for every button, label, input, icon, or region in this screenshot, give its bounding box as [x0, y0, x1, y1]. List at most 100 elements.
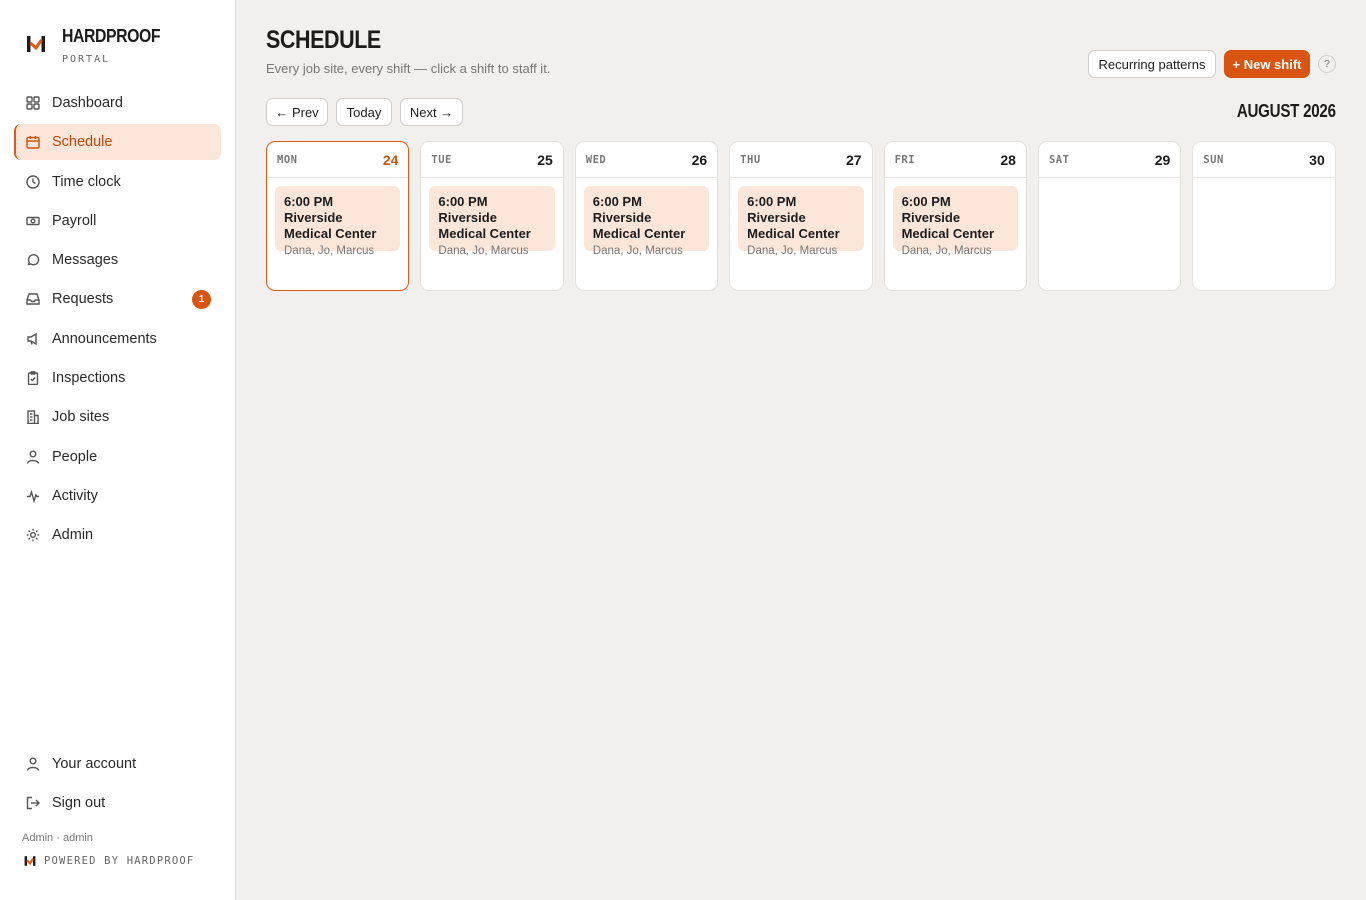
sidebar-item-label: Job sites [52, 409, 110, 426]
next-week-button[interactable]: Next → [400, 98, 463, 126]
clock-icon [26, 174, 40, 189]
building-icon [26, 410, 40, 425]
sidebar-item-activity[interactable]: Activity [14, 478, 221, 514]
week-grid: MON 24 6:00 PM Riverside Medical Center … [266, 141, 1336, 291]
day-of-week: FRI [894, 153, 916, 166]
prev-week-button[interactable]: ← Prev [266, 98, 328, 126]
sidebar-item-announcements[interactable]: Announcements [14, 321, 221, 357]
sidebar-item-schedule[interactable]: Schedule [14, 124, 221, 161]
shift-title: 6:00 PM Riverside Medical Center [901, 194, 995, 241]
shift-card[interactable]: 6:00 PM Riverside Medical Center Dana, J… [892, 186, 1018, 257]
shift-card[interactable]: 6:00 PM Riverside Medical Center Dana, J… [583, 186, 710, 257]
day-number: 26 [691, 151, 708, 168]
sidebar-item-messages[interactable]: Messages [14, 242, 221, 278]
sidebar-bottom-nav: Your account Sign out [14, 746, 221, 825]
sidebar-item-label: Announcements [52, 330, 157, 347]
sidebar-item-job-sites[interactable]: Job sites [14, 399, 221, 435]
hardproof-logo-icon [27, 36, 45, 52]
sidebar-item-label: Inspections [52, 370, 126, 387]
calendar-icon [26, 135, 40, 149]
day-number: 24 [382, 151, 399, 168]
sidebar-item-label: Schedule [52, 134, 113, 151]
day-header: MON 24 [267, 142, 409, 178]
day-header: WED 26 [575, 142, 718, 178]
chat-bubble-icon [26, 253, 40, 267]
sidebar-item-payroll[interactable]: Payroll [14, 203, 221, 239]
day-of-week: THU [740, 153, 761, 166]
sidebar: HARDPROOF PORTAL Dashboard Schedule Time… [0, 0, 236, 900]
recurring-patterns-button[interactable]: Recurring patterns [1088, 50, 1216, 78]
sidebar-item-sign-out[interactable]: Sign out [14, 785, 221, 821]
day-number: 27 [845, 151, 862, 168]
day-header: SAT 29 [1038, 142, 1181, 178]
shift-card[interactable]: 6:00 PM Riverside Medical Center Dana, J… [429, 186, 555, 257]
brand-subtitle: PORTAL [62, 54, 111, 65]
sidebar-item-label: Dashboard [52, 95, 123, 111]
day-header: SUN 30 [1193, 142, 1335, 178]
day-column-thu[interactable]: THU 27 6:00 PM Riverside Medical Center … [729, 141, 873, 291]
current-user-role: Admin · admin [22, 832, 93, 844]
day-header: TUE 25 [421, 142, 563, 178]
day-column-mon[interactable]: MON 24 6:00 PM Riverside Medical Center … [266, 141, 410, 291]
shift-staff: Dana, Jo, Marcus [747, 245, 838, 257]
megaphone-icon [26, 332, 40, 346]
sidebar-item-label: Admin [52, 527, 94, 544]
grid-icon [26, 96, 40, 110]
sidebar-item-label: Activity [52, 487, 98, 504]
sidebar-item-dashboard[interactable]: Dashboard [14, 85, 221, 121]
clipboard-check-icon [26, 371, 40, 386]
gear-icon [26, 528, 40, 542]
shift-title: 6:00 PM Riverside Medical Center [284, 194, 377, 241]
sidebar-item-label: Sign out [52, 795, 106, 812]
new-shift-button[interactable]: + New shift [1224, 50, 1310, 78]
day-column-sun[interactable]: SUN 30 [1192, 141, 1336, 291]
month-label: AUGUST 2026 [1237, 101, 1336, 121]
day-header: FRI 28 [884, 142, 1026, 178]
person-icon [26, 757, 40, 771]
sidebar-item-label: Time clock [52, 173, 121, 190]
day-column-tue[interactable]: TUE 25 6:00 PM Riverside Medical Center … [420, 141, 564, 291]
day-number: 29 [1154, 151, 1171, 168]
shift-title: 6:00 PM Riverside Medical Center [438, 194, 531, 241]
sidebar-item-label: People [52, 448, 98, 465]
day-of-week: SAT [1048, 153, 1070, 166]
day-of-week: WED [585, 153, 607, 166]
banknote-icon [26, 214, 40, 228]
day-number: 28 [1000, 151, 1016, 168]
shift-staff: Dana, Jo, Marcus [901, 245, 992, 257]
shift-card[interactable]: 6:00 PM Riverside Medical Center Dana, J… [738, 186, 864, 257]
sidebar-item-time-clock[interactable]: Time clock [14, 164, 221, 200]
sidebar-item-requests[interactable]: Requests 1 [14, 281, 221, 317]
shift-card[interactable]: 6:00 PM Riverside Medical Center Dana, J… [275, 186, 401, 257]
shift-staff: Dana, Jo, Marcus [438, 245, 529, 257]
day-column-sat[interactable]: SAT 29 [1037, 141, 1182, 291]
help-icon[interactable]: ? [1318, 55, 1336, 73]
shift-staff: Dana, Jo, Marcus [284, 245, 375, 257]
shift-staff: Dana, Jo, Marcus [592, 245, 683, 257]
person-icon [26, 450, 40, 464]
page-title: SCHEDULE [266, 26, 381, 54]
sidebar-item-label: Requests [52, 291, 114, 308]
day-column-fri[interactable]: FRI 28 6:00 PM Riverside Medical Center … [883, 141, 1027, 291]
hardproof-logo-icon [24, 856, 36, 866]
inbox-icon [26, 292, 40, 306]
sidebar-item-label: Your account [52, 756, 137, 772]
sidebar-nav: Dashboard Schedule Time clock Payroll Me… [14, 85, 221, 557]
sidebar-item-label: Payroll [52, 212, 97, 229]
sign-out-icon [26, 796, 40, 810]
day-column-wed[interactable]: WED 26 6:00 PM Riverside Medical Center … [574, 141, 719, 291]
shift-title: 6:00 PM Riverside Medical Center [747, 194, 840, 241]
sidebar-item-label: Messages [52, 252, 119, 269]
today-button[interactable]: Today [336, 98, 392, 126]
sidebar-item-inspections[interactable]: Inspections [14, 360, 221, 396]
day-of-week: TUE [431, 153, 452, 166]
sidebar-item-your-account[interactable]: Your account [14, 746, 221, 782]
requests-count-badge: 1 [192, 290, 211, 310]
page-subtitle: Every job site, every shift — click a sh… [266, 61, 551, 76]
day-number: 30 [1309, 151, 1325, 168]
shift-title: 6:00 PM Riverside Medical Center [592, 194, 686, 241]
day-header: THU 27 [730, 142, 872, 178]
sidebar-item-admin[interactable]: Admin [14, 517, 221, 553]
day-of-week: SUN [1203, 153, 1224, 166]
sidebar-item-people[interactable]: People [14, 439, 221, 475]
